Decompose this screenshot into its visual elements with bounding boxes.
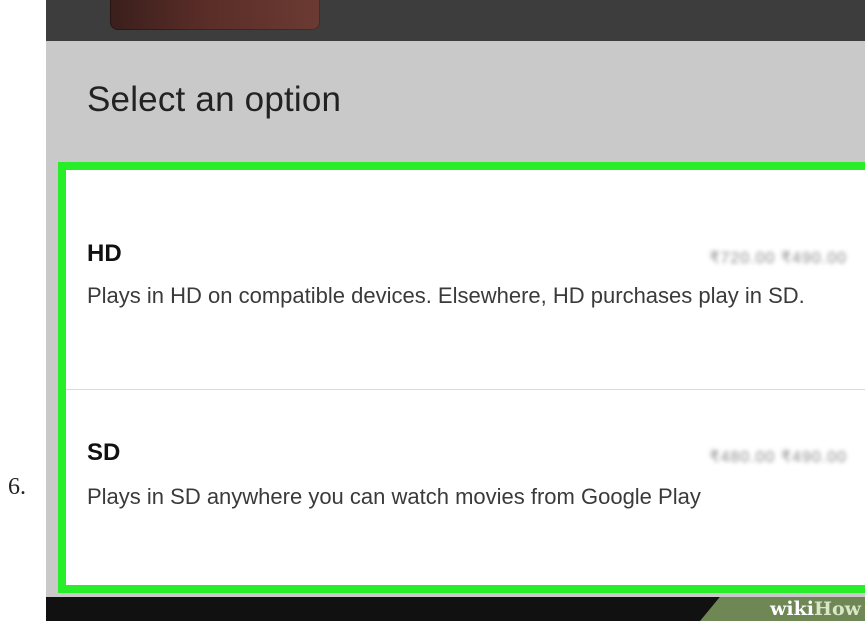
option-description: Plays in HD on compatible devices. Elsew… <box>87 283 805 308</box>
options-highlight: HD ₹720.00 ₹490.00 Plays in HD on compat… <box>58 162 865 593</box>
option-name: HD <box>87 240 122 267</box>
option-sd[interactable]: SD ₹480.00 ₹490.00 Plays in SD anywhere … <box>66 390 865 585</box>
wikihow-watermark: wikiHow <box>770 598 861 620</box>
background-content <box>46 0 865 41</box>
option-hd[interactable]: HD ₹720.00 ₹490.00 Plays in HD on compat… <box>66 170 865 389</box>
dialog-title: Select an option <box>87 80 342 119</box>
option-name: SD <box>87 439 121 466</box>
watermark-wiki: wiki <box>770 598 815 620</box>
bottom-bar: wikiHow <box>46 597 865 621</box>
option-description: Plays in SD anywhere you can watch movie… <box>87 484 701 509</box>
watermark-how: How <box>814 598 861 620</box>
option-price: ₹480.00 ₹490.00 <box>709 449 847 466</box>
movie-thumbnail <box>110 0 320 30</box>
option-price: ₹720.00 ₹490.00 <box>709 250 847 267</box>
step-number: 6. <box>8 474 26 500</box>
phone-screen: Select an option HD ₹720.00 ₹490.00 Play… <box>46 0 865 621</box>
